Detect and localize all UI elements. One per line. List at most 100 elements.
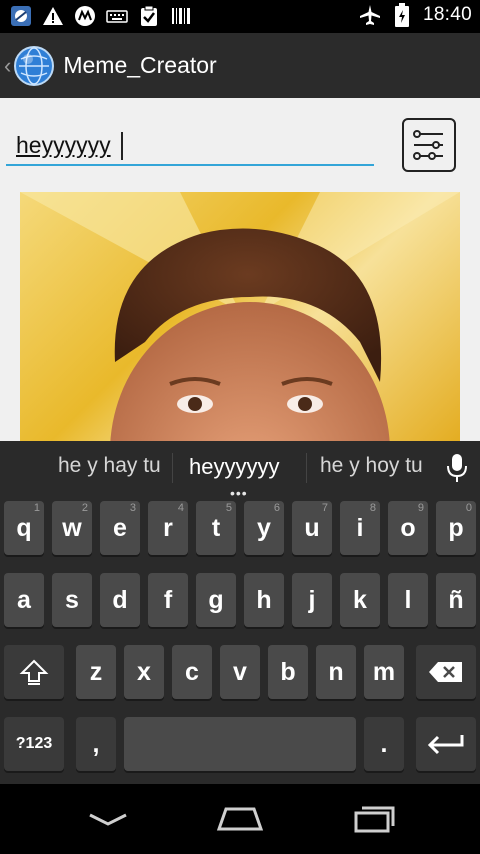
recent-apps-icon — [354, 806, 395, 833]
key-label: g — [208, 585, 224, 614]
key-g[interactable]: g — [196, 573, 236, 627]
key-hint: 9 — [417, 502, 424, 514]
space-bar[interactable] — [124, 717, 356, 771]
suggestion-left[interactable]: he y hay tu — [58, 454, 161, 478]
suggestion-center[interactable]: heyyyyyy — [189, 454, 279, 480]
key-c[interactable]: c — [172, 645, 212, 699]
key-label: ?123 — [15, 735, 53, 752]
key-o[interactable]: o9 — [388, 501, 428, 555]
key-label: r — [163, 513, 173, 542]
key-label: p — [448, 513, 464, 542]
key-p[interactable]: p0 — [436, 501, 476, 555]
key-label: d — [112, 585, 128, 614]
system-icons: 18:40 — [359, 3, 472, 27]
symbols-key[interactable]: ?123 — [4, 717, 64, 771]
key-hint: 6 — [273, 502, 280, 514]
key-label: w — [62, 513, 82, 542]
key-label: s — [65, 585, 79, 614]
key-label: l — [404, 585, 412, 614]
enter-key[interactable] — [416, 717, 476, 771]
key-t[interactable]: t5 — [196, 501, 236, 555]
key-j[interactable]: j — [292, 573, 332, 627]
keyboard-icon — [106, 5, 128, 27]
enter-arrow-icon — [427, 735, 464, 755]
motorola-icon — [74, 5, 96, 27]
key-hint: 0 — [465, 502, 472, 514]
meme-image[interactable] — [20, 192, 460, 441]
key-h[interactable]: h — [244, 573, 284, 627]
comma-key[interactable]: , — [76, 717, 116, 771]
period-key[interactable]: . — [364, 717, 404, 771]
more-suggestions-indicator[interactable]: ••• — [230, 485, 248, 501]
suggestion-divider — [306, 453, 307, 483]
key-s[interactable]: s — [52, 573, 92, 627]
backspace-key[interactable] — [416, 645, 476, 699]
key-b[interactable]: b — [268, 645, 308, 699]
key-label: o — [400, 513, 416, 542]
key-label: , — [92, 729, 100, 758]
globe-app-icon[interactable] — [13, 45, 55, 87]
editor-area — [0, 98, 480, 441]
key-label: q — [16, 513, 32, 542]
key-n[interactable]: n — [316, 645, 356, 699]
key-label: b — [280, 657, 296, 686]
key-hint: 5 — [225, 502, 232, 514]
key-z[interactable]: z — [76, 645, 116, 699]
nav-back-button[interactable] — [84, 804, 132, 834]
key-d[interactable]: d — [100, 573, 140, 627]
key-label: x — [137, 657, 151, 686]
microphone-icon[interactable] — [444, 453, 470, 483]
key-n-tilde[interactable]: ñ — [436, 573, 476, 627]
suggestion-strip: he y hay tu heyyyyyy he y hoy tu ••• — [0, 441, 480, 501]
clipboard-check-icon — [138, 5, 160, 27]
key-label: y — [257, 513, 271, 542]
status-bar: 18:40 — [0, 0, 480, 33]
key-l[interactable]: l — [388, 573, 428, 627]
key-label: v — [233, 657, 247, 686]
key-label: e — [113, 513, 127, 542]
app-notification-icon — [10, 5, 32, 27]
barcode-icon — [170, 5, 192, 27]
nav-recents-button[interactable] — [350, 804, 398, 834]
key-hint: 4 — [177, 502, 184, 514]
key-y[interactable]: y6 — [244, 501, 284, 555]
key-label: j — [308, 585, 316, 614]
chevron-down-icon — [89, 813, 127, 826]
key-hint: 2 — [81, 502, 88, 514]
settings-button[interactable] — [402, 118, 456, 172]
shift-arrow-icon — [19, 659, 49, 685]
key-e[interactable]: e3 — [100, 501, 140, 555]
key-f[interactable]: f — [148, 573, 188, 627]
key-label: . — [380, 729, 388, 758]
key-label: a — [17, 585, 31, 614]
key-a[interactable]: a — [4, 573, 44, 627]
key-label: ñ — [448, 585, 464, 614]
suggestion-right[interactable]: he y hoy tu — [320, 454, 423, 478]
key-label: t — [211, 513, 221, 542]
meme-text-input[interactable] — [6, 128, 374, 159]
shift-key[interactable] — [4, 645, 64, 699]
key-label: i — [356, 513, 364, 542]
key-i[interactable]: i8 — [340, 501, 380, 555]
key-v[interactable]: v — [220, 645, 260, 699]
notification-icons — [10, 5, 192, 27]
backspace-icon — [429, 662, 462, 682]
key-label: f — [163, 585, 173, 614]
meme-text-field[interactable] — [6, 128, 374, 166]
suggestion-divider — [172, 453, 173, 483]
key-w[interactable]: w2 — [52, 501, 92, 555]
key-q[interactable]: q1 — [4, 501, 44, 555]
action-bar: ‹ Meme_Creator — [0, 33, 480, 98]
key-m[interactable]: m — [364, 645, 404, 699]
soft-keyboard: he y hay tu heyyyyyy he y hoy tu ••• q1 … — [0, 441, 480, 784]
key-r[interactable]: r4 — [148, 501, 188, 555]
warning-icon — [42, 5, 64, 27]
key-label: u — [304, 513, 320, 542]
key-x[interactable]: x — [124, 645, 164, 699]
nav-home-button[interactable] — [216, 804, 264, 834]
back-chevron-icon[interactable]: ‹ — [4, 53, 11, 79]
key-u[interactable]: u7 — [292, 501, 332, 555]
key-hint: 1 — [33, 502, 40, 514]
airplane-mode-icon — [359, 4, 381, 26]
key-k[interactable]: k — [340, 573, 380, 627]
